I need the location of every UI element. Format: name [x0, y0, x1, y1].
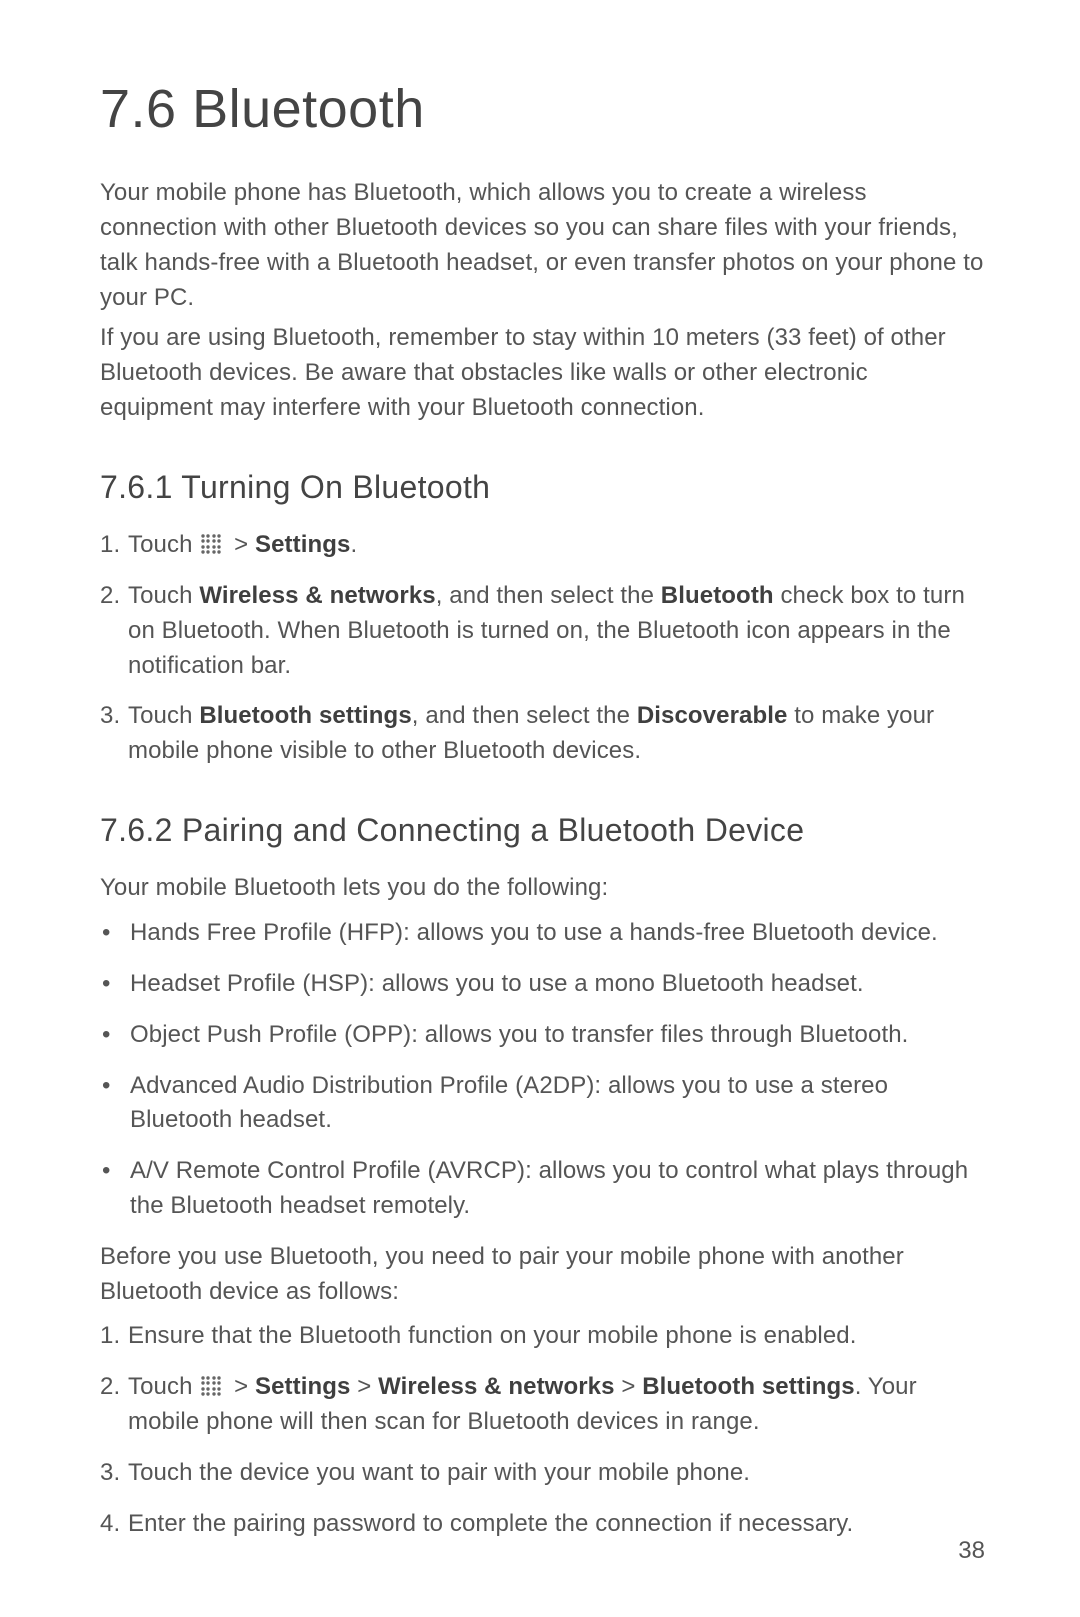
text: .: [350, 531, 357, 558]
bullet-text: Object Push Profile (OPP): allows you to…: [130, 1018, 985, 1053]
text: Touch: [128, 531, 199, 558]
step-marker: 3.: [100, 699, 128, 769]
step-text: Touch the device you want to pair with y…: [128, 1456, 985, 1491]
bullet-text: Headset Profile (HSP): allows you to use…: [130, 967, 985, 1002]
step-marker: 2.: [100, 1370, 128, 1440]
bold: Bluetooth: [661, 582, 774, 609]
bullet-marker: •: [100, 1069, 130, 1139]
bullet-item: • Object Push Profile (OPP): allows you …: [100, 1018, 985, 1053]
bold: Wireless & networks: [378, 1373, 614, 1400]
step-marker: 1.: [100, 528, 128, 563]
bullet-marker: •: [100, 1018, 130, 1053]
paragraph-762-lead: Your mobile Bluetooth lets you do the fo…: [100, 871, 985, 906]
text: >: [615, 1373, 643, 1400]
bold: Settings: [255, 531, 350, 558]
text: , and then select the: [412, 702, 637, 729]
document-page: 7.6 Bluetooth Your mobile phone has Blue…: [0, 0, 1080, 1617]
text: >: [227, 531, 255, 558]
bold: Wireless & networks: [199, 582, 435, 609]
step-762-3: 3. Touch the device you want to pair wit…: [100, 1456, 985, 1491]
bullets-762: • Hands Free Profile (HFP): allows you t…: [100, 916, 985, 1224]
step-text: Touch > Settings > Wireless & networks >…: [128, 1370, 985, 1440]
text: Touch: [128, 702, 199, 729]
step-762-2: 2. Touch > Settings > Wireless & network…: [100, 1370, 985, 1440]
subsection-761-heading: 7.6.1 Turning On Bluetooth: [100, 464, 985, 510]
bullet-item: • A/V Remote Control Profile (AVRCP): al…: [100, 1154, 985, 1224]
bullet-item: • Headset Profile (HSP): allows you to u…: [100, 967, 985, 1002]
text: Touch: [128, 1373, 199, 1400]
text: Touch: [128, 582, 199, 609]
page-number: 38: [958, 1534, 985, 1569]
bold: Discoverable: [637, 702, 788, 729]
intro-paragraph-1: Your mobile phone has Bluetooth, which a…: [100, 176, 985, 315]
text: , and then select the: [436, 582, 661, 609]
bullet-item: • Hands Free Profile (HFP): allows you t…: [100, 916, 985, 951]
apps-grid-icon: [201, 1376, 221, 1396]
step-text: Ensure that the Bluetooth function on yo…: [128, 1319, 985, 1354]
text: >: [227, 1373, 255, 1400]
step-761-3: 3. Touch Bluetooth settings, and then se…: [100, 699, 985, 769]
bullet-marker: •: [100, 967, 130, 1002]
step-text: Touch Wireless & networks, and then sele…: [128, 579, 985, 683]
paragraph-762-lead2: Before you use Bluetooth, you need to pa…: [100, 1240, 985, 1310]
bullet-text: A/V Remote Control Profile (AVRCP): allo…: [130, 1154, 985, 1224]
bold: Settings: [255, 1373, 350, 1400]
section-title: 7.6 Bluetooth: [100, 70, 985, 148]
text: >: [350, 1373, 378, 1400]
bullet-text: Advanced Audio Distribution Profile (A2D…: [130, 1069, 985, 1139]
step-761-1: 1. Touch > Settings.: [100, 528, 985, 563]
intro-paragraph-2: If you are using Bluetooth, remember to …: [100, 321, 985, 425]
subsection-762-heading: 7.6.2 Pairing and Connecting a Bluetooth…: [100, 807, 985, 853]
step-marker: 2.: [100, 579, 128, 683]
step-762-1: 1. Ensure that the Bluetooth function on…: [100, 1319, 985, 1354]
step-761-2: 2. Touch Wireless & networks, and then s…: [100, 579, 985, 683]
step-text: Touch Bluetooth settings, and then selec…: [128, 699, 985, 769]
bullet-marker: •: [100, 916, 130, 951]
step-marker: 3.: [100, 1456, 128, 1491]
step-marker: 1.: [100, 1319, 128, 1354]
step-text: Touch > Settings.: [128, 528, 985, 563]
steps-762: 1. Ensure that the Bluetooth function on…: [100, 1319, 985, 1541]
bullet-text: Hands Free Profile (HFP): allows you to …: [130, 916, 985, 951]
apps-grid-icon: [201, 534, 221, 554]
step-762-4: 4. Enter the pairing password to complet…: [100, 1507, 985, 1542]
bold: Bluetooth settings: [199, 702, 411, 729]
step-marker: 4.: [100, 1507, 128, 1542]
bullet-marker: •: [100, 1154, 130, 1224]
step-text: Enter the pairing password to complete t…: [128, 1507, 985, 1542]
steps-761: 1. Touch > Settings. 2. Touch Wireless &…: [100, 528, 985, 769]
bullet-item: • Advanced Audio Distribution Profile (A…: [100, 1069, 985, 1139]
bold: Bluetooth settings: [642, 1373, 854, 1400]
